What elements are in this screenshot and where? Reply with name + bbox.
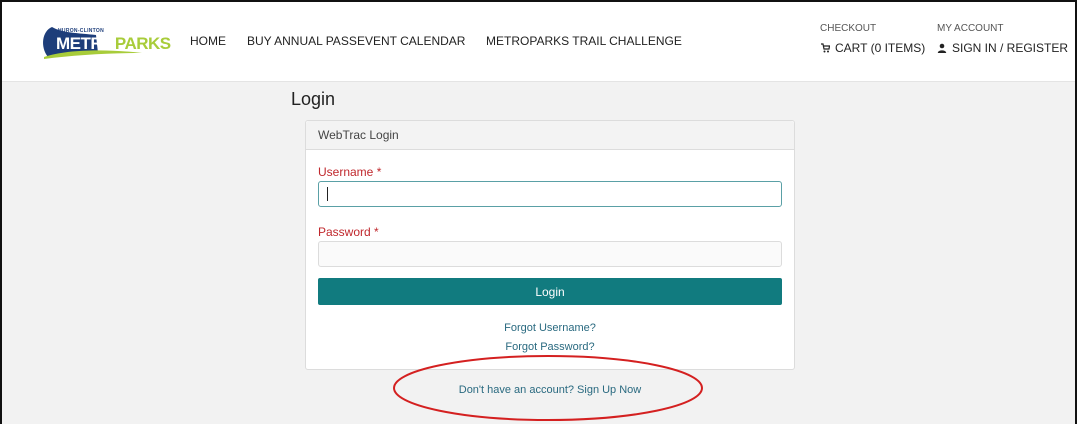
login-panel: WebTrac Login Username * Password * Logi… — [305, 120, 795, 370]
password-input[interactable] — [318, 241, 782, 267]
nav-event-calendar[interactable]: EVENT CALENDAR — [357, 34, 465, 48]
my-account-heading: MY ACCOUNT — [937, 23, 1004, 34]
forgot-password-link[interactable]: Forgot Password? — [306, 341, 794, 353]
cart-label: CART (0 ITEMS) — [835, 41, 926, 55]
cart-link[interactable]: CART (0 ITEMS) — [820, 41, 925, 55]
forgot-username-link[interactable]: Forgot Username? — [306, 322, 794, 334]
cart-icon — [821, 43, 830, 53]
user-icon — [937, 43, 947, 53]
login-button[interactable]: Login — [318, 278, 782, 305]
password-label: Password * — [318, 225, 379, 239]
username-input[interactable] — [318, 181, 782, 207]
page-title: Login — [291, 89, 336, 109]
nav-home[interactable]: HOME — [190, 34, 226, 48]
logo-metro-text: METRO — [56, 34, 115, 53]
sign-in-label: SIGN IN / REGISTER — [952, 41, 1069, 55]
main-content: Login WebTrac Login Username * Password … — [2, 82, 1075, 424]
text-caret — [327, 187, 328, 201]
checkout-heading: CHECKOUT — [820, 23, 877, 34]
nav-buy-annual-pass[interactable]: BUY ANNUAL PASS — [247, 34, 357, 48]
metroparks-logo[interactable]: HURON-CLINTON METROPARKS — [38, 23, 171, 61]
login-panel-heading: WebTrac Login — [306, 121, 794, 150]
sign-up-link[interactable]: Don't have an account? Sign Up Now — [305, 384, 795, 396]
sign-in-register-link[interactable]: SIGN IN / REGISTER — [937, 41, 1068, 55]
username-label: Username * — [318, 165, 382, 179]
app-frame: HURON-CLINTON METROPARKS HOME BUY ANNUAL… — [0, 0, 1077, 424]
nav-trail-challenge[interactable]: METROPARKS TRAIL CHALLENGE — [486, 34, 682, 48]
top-navbar: HURON-CLINTON METROPARKS HOME BUY ANNUAL… — [2, 2, 1075, 82]
logo-wordmark: METROPARKS — [56, 34, 171, 54]
logo-parks-text: PARKS — [114, 34, 171, 53]
